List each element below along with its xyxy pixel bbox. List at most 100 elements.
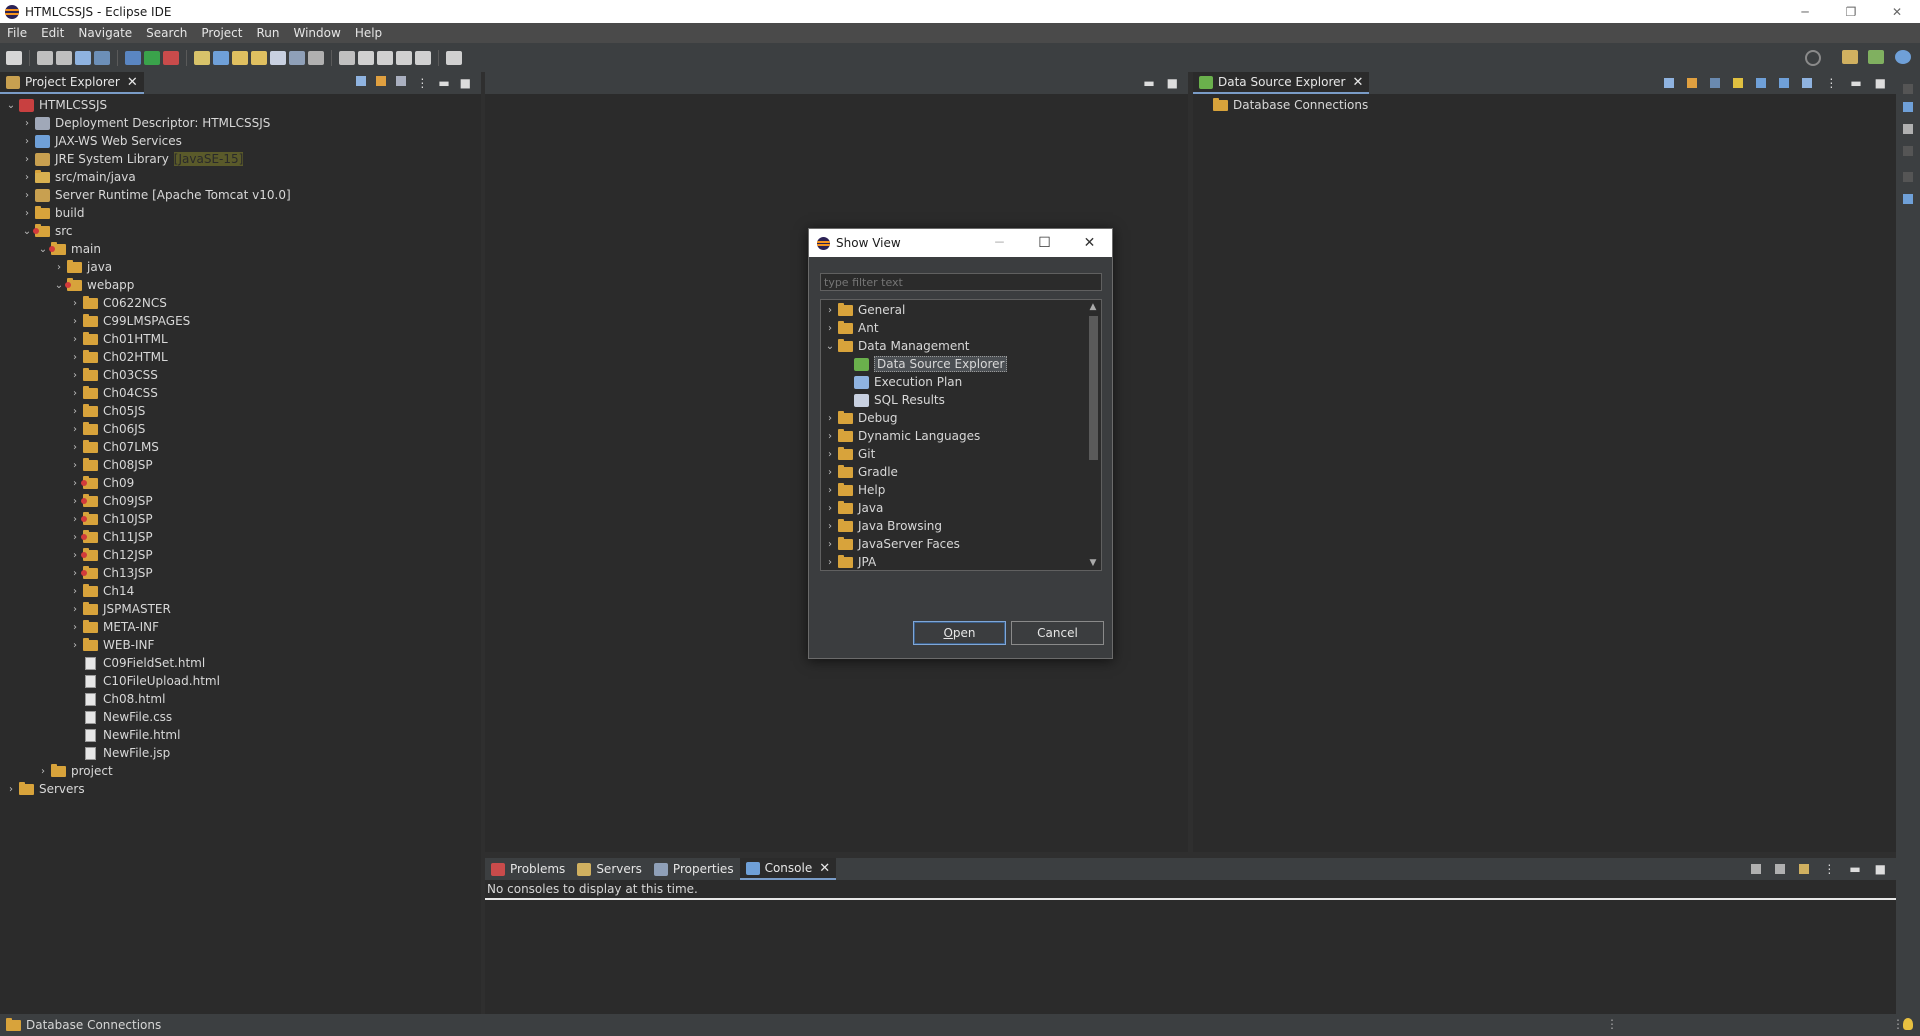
task-list-icon[interactable]: [1903, 124, 1913, 134]
tree-item[interactable]: C09FieldSet.html: [70, 654, 205, 672]
minimize-view-icon[interactable]: ▬: [1849, 862, 1860, 876]
tree-item[interactable]: › Ch04CSS: [70, 384, 158, 402]
import-icon[interactable]: [1802, 78, 1813, 88]
minimize-view-icon[interactable]: ▬: [438, 76, 449, 90]
chevron-right-icon[interactable]: ›: [825, 305, 835, 316]
chevron-right-icon[interactable]: ›: [70, 442, 80, 453]
view-tree-item[interactable]: Data Source Explorer: [841, 355, 1008, 373]
open-type-icon[interactable]: [289, 50, 305, 65]
filter-icon[interactable]: [396, 76, 407, 86]
chevron-down-icon[interactable]: ⌄: [6, 100, 16, 111]
chevron-right-icon[interactable]: ›: [70, 604, 80, 615]
chevron-right-icon[interactable]: ›: [70, 514, 80, 525]
tree-item[interactable]: › Ch09: [70, 474, 134, 492]
tree-item[interactable]: ⌄ webapp: [54, 276, 134, 294]
palette-icon[interactable]: [1903, 146, 1913, 156]
outline-icon[interactable]: [1903, 102, 1913, 112]
maximize-view-icon[interactable]: ■: [460, 76, 471, 90]
tree-item[interactable]: › Ch11JSP: [70, 528, 153, 546]
debug-icon[interactable]: [125, 50, 141, 65]
menu-help[interactable]: Help: [348, 26, 389, 40]
tree-item[interactable]: › JRE System Library [JavaSE-15]: [22, 150, 244, 168]
chevron-right-icon[interactable]: ›: [22, 172, 32, 183]
chevron-right-icon[interactable]: ›: [825, 539, 835, 550]
tab-servers[interactable]: Servers: [571, 858, 648, 880]
tree-item[interactable]: › Ch07LMS: [70, 438, 159, 456]
chevron-down-icon[interactable]: ⌄: [22, 226, 32, 237]
view-menu-icon[interactable]: ⋮: [1825, 76, 1837, 90]
tree-item[interactable]: › Deployment Descriptor: HTMLCSSJS: [22, 114, 270, 132]
dialog-maximize-button[interactable]: ☐: [1022, 229, 1067, 257]
close-tab-icon[interactable]: ✕: [1352, 75, 1363, 90]
chevron-right-icon[interactable]: ›: [22, 154, 32, 165]
chevron-right-icon[interactable]: ›: [825, 449, 835, 460]
new-web-service-icon[interactable]: [213, 50, 229, 65]
view-menu-icon[interactable]: ⋮: [416, 76, 428, 90]
close-tab-icon[interactable]: ✕: [819, 861, 830, 876]
chevron-right-icon[interactable]: ›: [825, 413, 835, 424]
forward-history-icon[interactable]: [377, 50, 393, 65]
search-icon[interactable]: [1805, 50, 1821, 66]
new-server-icon[interactable]: [194, 50, 210, 65]
pin-editor-icon[interactable]: [446, 50, 462, 65]
minimize-editor-icon[interactable]: ▬: [1143, 76, 1154, 90]
maximize-view-icon[interactable]: ■: [1875, 862, 1886, 876]
chevron-right-icon[interactable]: ›: [54, 262, 64, 273]
tree-item[interactable]: › Ch08JSP: [70, 456, 153, 474]
minimize-view-icon[interactable]: ▬: [1850, 76, 1861, 90]
tree-item[interactable]: › C99LMSPAGES: [70, 312, 190, 330]
export-icon[interactable]: [1779, 78, 1790, 88]
chevron-right-icon[interactable]: ›: [825, 467, 835, 478]
tree-item[interactable]: › Ch02HTML: [70, 348, 168, 366]
tree-item[interactable]: › build: [22, 204, 85, 222]
chevron-right-icon[interactable]: ›: [70, 622, 80, 633]
tree-item[interactable]: › WEB-INF: [70, 636, 154, 654]
chevron-right-icon[interactable]: ›: [825, 431, 835, 442]
chevron-right-icon[interactable]: ›: [6, 784, 16, 795]
view-menu-icon[interactable]: ⋮: [1823, 862, 1835, 876]
new-package-icon[interactable]: [251, 50, 267, 65]
terminal-icon[interactable]: [75, 50, 91, 65]
scroll-down-icon[interactable]: ▼: [1087, 558, 1099, 568]
tree-item[interactable]: ⌄ src: [22, 222, 73, 240]
view-tree-item[interactable]: Execution Plan: [841, 373, 962, 391]
chevron-right-icon[interactable]: ›: [70, 496, 80, 507]
menu-edit[interactable]: Edit: [34, 26, 71, 40]
chevron-right-icon[interactable]: ›: [825, 557, 835, 568]
chevron-right-icon[interactable]: ›: [825, 503, 835, 514]
chevron-right-icon[interactable]: ›: [70, 298, 80, 309]
view-tree-item[interactable]: › General: [825, 301, 905, 319]
tree-item[interactable]: › Ch13JSP: [70, 564, 153, 582]
connect-icon[interactable]: [1733, 78, 1744, 88]
menu-file[interactable]: File: [0, 26, 34, 40]
tree-item[interactable]: Ch08.html: [70, 690, 165, 708]
open-console-icon[interactable]: [1799, 864, 1810, 874]
chevron-right-icon[interactable]: ›: [70, 586, 80, 597]
close-tab-icon[interactable]: ✕: [127, 75, 138, 90]
collapse-all-icon[interactable]: [1664, 78, 1675, 88]
chevron-right-icon[interactable]: ›: [70, 406, 80, 417]
tree-item[interactable]: › C0622NCS: [70, 294, 167, 312]
dialog-close-button[interactable]: ✕: [1067, 229, 1112, 257]
tree-item[interactable]: › Ch01HTML: [70, 330, 168, 348]
chevron-right-icon[interactable]: ›: [38, 766, 48, 777]
forward-icon[interactable]: [415, 50, 431, 65]
tree-item[interactable]: › Server Runtime [Apache Tomcat v10.0]: [22, 186, 291, 204]
maximize-editor-icon[interactable]: ■: [1167, 76, 1178, 90]
chevron-right-icon[interactable]: ›: [70, 640, 80, 651]
view-tree-item[interactable]: › JavaServer Faces: [825, 535, 960, 553]
scroll-up-icon[interactable]: ▲: [1087, 302, 1099, 312]
chevron-right-icon[interactable]: ›: [825, 323, 835, 334]
tree-item[interactable]: › JAX-WS Web Services: [22, 132, 182, 150]
chevron-right-icon[interactable]: ›: [22, 208, 32, 219]
view-tree-item[interactable]: › Java Browsing: [825, 517, 942, 535]
chevron-right-icon[interactable]: ›: [70, 424, 80, 435]
open-button[interactable]: Open: [913, 621, 1006, 645]
new-connection-icon[interactable]: [1756, 78, 1767, 88]
pin-console-icon[interactable]: [1751, 864, 1762, 874]
view-tree-item[interactable]: ⌄ Data Management: [825, 337, 970, 355]
menu-project[interactable]: Project: [194, 26, 249, 40]
restore-icon[interactable]: [1903, 84, 1913, 94]
view-tree-item[interactable]: › Java: [825, 499, 883, 517]
link-with-editor-icon[interactable]: [376, 76, 387, 86]
